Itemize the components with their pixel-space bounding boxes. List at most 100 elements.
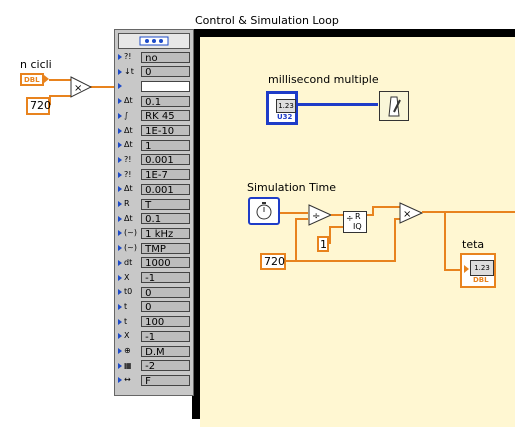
quotient-remainder-node[interactable]: ÷ R IQ — [343, 211, 367, 233]
n-cicli-control[interactable]: DBL — [20, 73, 44, 86]
param-row[interactable]: dt 1000 — [118, 257, 190, 269]
param-value[interactable]: 1E-7 — [141, 169, 190, 181]
terminal-arrow-icon — [118, 54, 122, 60]
param-row[interactable]: ↔ F — [118, 374, 190, 387]
wire — [295, 218, 308, 220]
param-row[interactable]: (~) 1 kHz — [118, 227, 190, 240]
multiply-node[interactable]: × — [70, 76, 92, 98]
terminal-arrow-icon — [118, 303, 122, 310]
wire — [286, 260, 396, 262]
param-row[interactable]: ?! 1E-7 — [118, 169, 190, 181]
terminal-arrow-icon — [118, 245, 122, 252]
param-icon: ?! — [124, 169, 132, 179]
terminal-arrow-icon — [118, 377, 122, 384]
param-value[interactable]: 0.001 — [141, 183, 190, 196]
param-value[interactable]: 0 — [141, 301, 190, 313]
param-value[interactable]: 0.1 — [141, 213, 190, 225]
terminal-arrow-icon — [118, 83, 122, 90]
param-icon: Δt — [124, 140, 133, 150]
divide-node[interactable]: ÷ — [308, 204, 332, 226]
param-value[interactable]: RK 45 — [141, 110, 190, 122]
param-value[interactable]: 0.001 — [141, 154, 190, 166]
param-value[interactable]: 0 — [141, 66, 190, 78]
param-row[interactable]: Δt 0.1 — [118, 213, 190, 225]
param-icon: ?! — [124, 154, 132, 164]
wire — [49, 79, 71, 81]
param-value[interactable]: 0 — [141, 286, 190, 299]
param-value[interactable]: 100 — [141, 316, 190, 328]
constant-720[interactable]: 720 — [260, 253, 286, 270]
param-icon: ↓t — [124, 66, 134, 76]
constant-1[interactable]: 1 — [317, 236, 329, 252]
terminal-arrow-icon — [118, 127, 122, 134]
terminal-arrow-icon — [118, 333, 122, 340]
param-value[interactable]: no — [141, 51, 190, 64]
multiply-node-2[interactable]: × — [399, 202, 423, 224]
param-row[interactable]: Δt 1E-10 — [118, 125, 190, 137]
param-icon: (~) — [124, 228, 137, 238]
param-value[interactable]: 1E-10 — [141, 125, 190, 137]
sim-time-label: Simulation Time — [247, 181, 337, 194]
param-row[interactable]: X -1 — [118, 272, 190, 284]
param-value[interactable]: TMP — [141, 242, 190, 255]
param-value[interactable]: 0.1 — [141, 95, 190, 108]
wire — [331, 214, 343, 216]
param-icon — [124, 80, 141, 92]
wire — [280, 212, 308, 214]
wire — [372, 206, 400, 208]
ms-multiple-label: millisecond multiple — [268, 73, 379, 86]
wire — [90, 86, 116, 88]
param-value[interactable]: -1 — [141, 272, 190, 284]
param-row[interactable]: t0 — [118, 301, 190, 313]
param-value[interactable]: F — [141, 374, 190, 387]
param-value[interactable]: 1000 — [141, 257, 190, 269]
param-icon: ▦ — [124, 360, 132, 370]
teta-display: 1.23 — [470, 260, 494, 276]
divide-symbol: ÷ — [312, 211, 320, 222]
param-value[interactable]: D.M — [141, 345, 190, 358]
param-row[interactable]: Δt 1 — [118, 139, 190, 152]
param-row[interactable]: RT — [118, 198, 190, 211]
param-row[interactable]: Δt 0.1 — [118, 95, 190, 108]
dbl-type-label: DBL — [24, 75, 40, 84]
multiply-symbol-2: × — [403, 209, 411, 220]
wire — [298, 103, 378, 106]
terminal-arrow-icon — [118, 98, 122, 105]
param-row[interactable]: t0 0 — [118, 286, 190, 299]
param-row[interactable]: Δt 0.001 — [118, 183, 190, 196]
terminal-arrow-icon — [118, 318, 122, 325]
param-row[interactable]: ∫ RK 45 — [118, 110, 190, 122]
param-row[interactable]: ⊕ D.M — [118, 345, 190, 358]
param-value[interactable] — [141, 80, 190, 92]
param-icon: (~) — [124, 243, 137, 253]
wire — [444, 211, 446, 271]
param-icon: Δt — [124, 213, 133, 223]
param-icon: Δt — [124, 96, 133, 106]
terminal-arrow-icon — [118, 274, 122, 281]
metronome-icon[interactable] — [379, 91, 409, 121]
param-value[interactable]: -1 — [141, 330, 190, 343]
param-row[interactable]: X -1 — [118, 330, 190, 343]
wire — [329, 226, 331, 244]
param-value[interactable]: T — [141, 198, 190, 211]
param-row[interactable]: (~) TMP — [118, 242, 190, 255]
terminal-arrow-icon — [118, 142, 122, 149]
param-value[interactable]: 1 — [141, 139, 190, 152]
param-icon: ?! — [124, 52, 132, 61]
param-row[interactable]: ?! no — [118, 51, 190, 64]
panel-header-icon[interactable] — [118, 33, 190, 49]
param-icon: ↔ — [124, 375, 131, 385]
param-row[interactable]: t 100 — [118, 316, 190, 328]
constant-720-left[interactable]: 720 — [26, 97, 51, 115]
teta-indicator[interactable]: 1.23 DBL — [460, 253, 496, 288]
param-value[interactable]: 1 kHz — [141, 227, 190, 240]
param-row[interactable]: ↓t 0 — [118, 66, 190, 78]
terminal-arrow-icon — [118, 259, 122, 266]
ms-multiple-control[interactable]: 1.23 U32 — [266, 91, 298, 125]
param-row[interactable]: ▦ -2 — [118, 360, 190, 372]
terminal-arrow-icon — [118, 171, 122, 178]
stopwatch-icon[interactable] — [248, 197, 280, 225]
param-row[interactable] — [118, 80, 190, 92]
param-row[interactable]: ?! 0.001 — [118, 154, 190, 166]
param-value[interactable]: -2 — [141, 360, 190, 372]
